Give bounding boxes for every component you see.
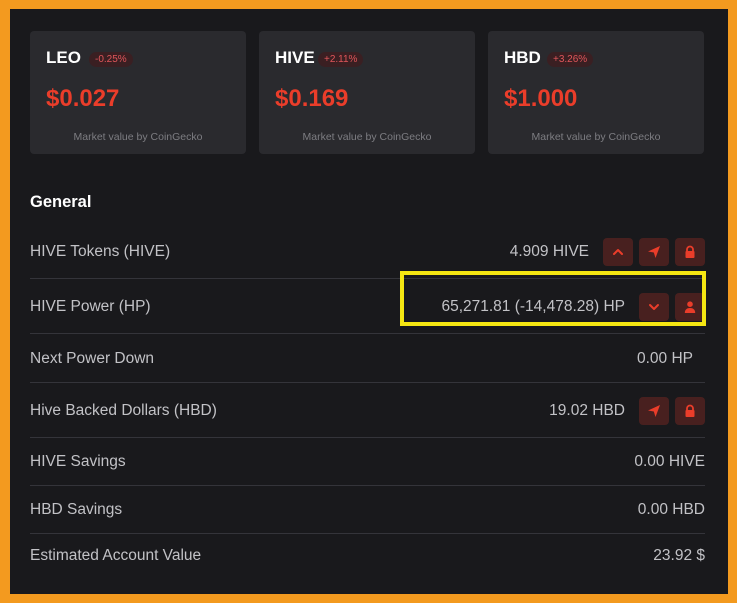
row-label: Hive Backed Dollars (HBD): [30, 401, 217, 419]
row-value: 0.00 HBD: [637, 501, 705, 518]
row-value: 4.909 HIVE: [509, 243, 589, 260]
transfer-hbd-button[interactable]: [639, 396, 669, 425]
section-title-general: General: [30, 193, 92, 211]
token-symbol: LEO: [46, 48, 81, 67]
price-source: Market value by CoinGecko: [73, 131, 203, 143]
row-right: 0.00 HBD: [638, 501, 705, 519]
balance-row-estimated-value: Estimated Account Value 23.92 $: [30, 535, 705, 577]
price-change-badge: -0.25%: [89, 52, 133, 67]
lock-icon: [685, 245, 695, 258]
row-right: 19.02 HBD: [549, 396, 705, 425]
row-right: 23.92 $: [653, 547, 705, 565]
row-value: 0.00 HIVE: [634, 453, 705, 470]
lock-icon: [685, 404, 695, 417]
row-label: HBD Savings: [30, 501, 123, 518]
token-price: $1.000: [504, 85, 578, 112]
row-label: Estimated Account Value: [30, 547, 202, 564]
balance-row-hbd-savings: HBD Savings 0.00 HBD: [30, 487, 705, 534]
row-label: HIVE Tokens (HIVE): [30, 243, 171, 260]
balance-row-next-power-down: Next Power Down 0.00 HP: [30, 335, 705, 383]
row-right: 4.909 HIVE: [510, 238, 705, 266]
balance-row-hive-savings: HIVE Savings 0.00 HIVE: [30, 439, 705, 486]
market-card-hbd: HBD +3.26% $1.000 Market value by CoinGe…: [488, 31, 704, 154]
token-price: $0.027: [46, 85, 120, 112]
row-label: HIVE Power (HP): [30, 297, 151, 315]
row-label: HIVE Savings: [30, 453, 126, 470]
savings-hive-button[interactable]: [675, 238, 705, 266]
send-icon: [648, 404, 660, 417]
row-value: 0.00 HP: [636, 349, 693, 367]
price-change-badge: +3.26%: [547, 52, 594, 67]
send-icon: [648, 246, 660, 258]
row-value: 19.02 HBD: [549, 401, 625, 419]
price-change-badge: +2.11%: [318, 52, 364, 67]
token-price: $0.169: [275, 85, 349, 112]
token-symbol: HBD: [504, 48, 541, 67]
transfer-hive-button[interactable]: [639, 238, 669, 266]
market-cards: LEO -0.25% $0.027 Market value by CoinGe…: [30, 31, 704, 154]
power-up-button[interactable]: [603, 238, 633, 266]
highlight-box: [400, 271, 706, 326]
market-card-leo: LEO -0.25% $0.027 Market value by CoinGe…: [30, 31, 246, 154]
chevron-up-icon: [613, 249, 623, 255]
row-value: 23.92 $: [653, 547, 705, 564]
price-source: Market value by CoinGecko: [302, 131, 432, 143]
balance-row-hbd: Hive Backed Dollars (HBD) 19.02 HBD: [30, 384, 705, 438]
price-source: Market value by CoinGecko: [531, 131, 661, 143]
row-right: 0.00 HP: [637, 350, 693, 368]
token-symbol: HIVE: [275, 48, 315, 67]
row-label: Next Power Down: [30, 349, 155, 367]
market-card-hive: HIVE +2.11% $0.169 Market value by CoinG…: [259, 31, 475, 154]
row-right: 0.00 HIVE: [634, 453, 705, 471]
savings-hbd-button[interactable]: [675, 396, 705, 425]
